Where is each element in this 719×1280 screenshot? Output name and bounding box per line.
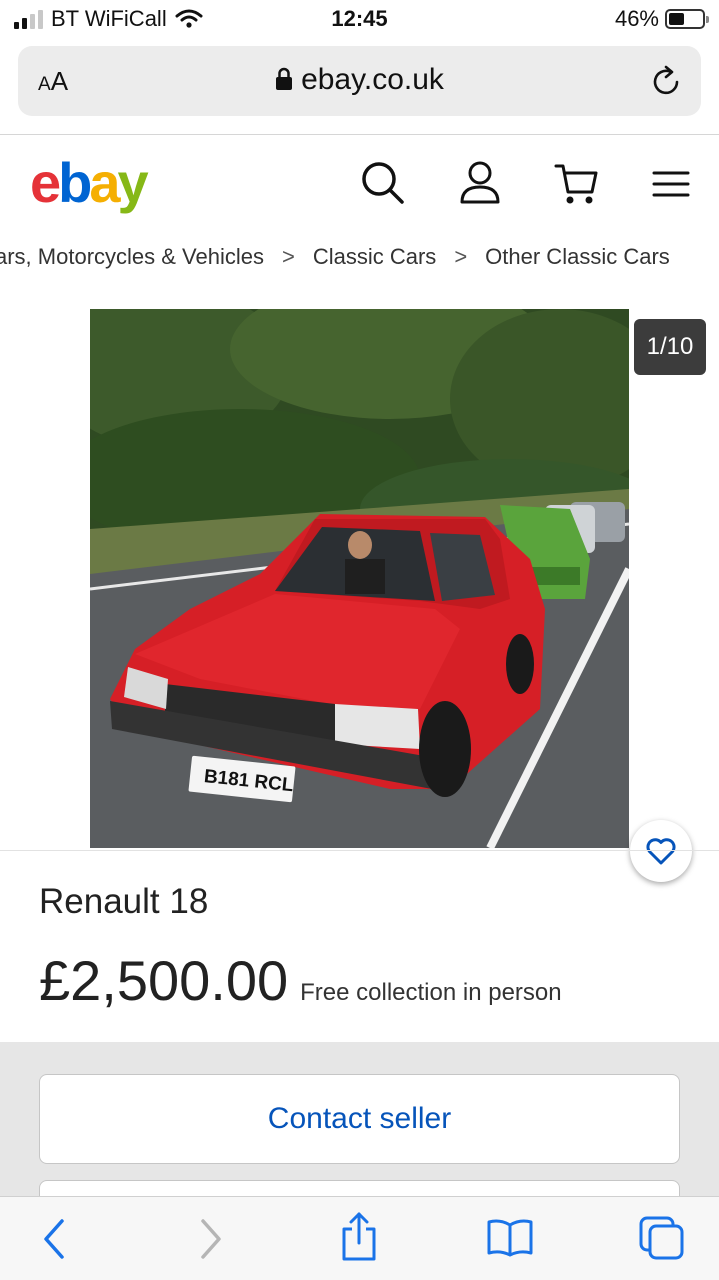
breadcrumb-item-other-classic-cars[interactable]: Other Classic Cars: [485, 244, 670, 270]
breadcrumb-separator: >: [281, 244, 295, 269]
car-photo: B181 RCL: [90, 309, 629, 848]
tabs-icon[interactable]: [638, 1215, 686, 1261]
listing-price: £2,500.00: [39, 949, 289, 1012]
delivery-info: Free collection in person: [300, 979, 562, 1006]
price-row: £2,500.00 Free collection in person: [39, 948, 562, 1013]
status-time: 12:45: [331, 6, 388, 31]
menu-icon[interactable]: [652, 170, 690, 198]
lock-icon: [276, 67, 293, 90]
listing-title: Renault 18: [39, 882, 209, 921]
browser-divider: [0, 134, 719, 135]
status-bar: BT WiFiCall 12:45 46%: [0, 0, 719, 40]
contact-seller-button[interactable]: Contact seller: [39, 1074, 680, 1164]
account-icon[interactable]: [459, 160, 501, 206]
search-icon[interactable]: [360, 160, 406, 206]
breadcrumb: ars, Motorcycles & Vehicles > Classic Ca…: [0, 244, 670, 270]
image-counter: 1/10: [634, 319, 706, 375]
battery-icon: [665, 9, 709, 29]
url-field[interactable]: ebay.co.uk: [18, 63, 701, 97]
status-right: 46%: [614, 6, 709, 32]
ebay-logo[interactable]: ebay: [30, 148, 149, 218]
reload-icon[interactable]: [651, 64, 683, 98]
address-bar[interactable]: AA ebay.co.uk: [18, 46, 701, 116]
watch-button[interactable]: [630, 820, 692, 882]
back-icon[interactable]: [40, 1217, 70, 1261]
breadcrumb-item-vehicles[interactable]: ars, Motorcycles & Vehicles: [0, 244, 264, 270]
breadcrumb-separator: >: [454, 244, 468, 269]
breadcrumb-item-classic-cars[interactable]: Classic Cars: [313, 244, 436, 270]
share-icon[interactable]: [339, 1211, 379, 1263]
browser-toolbar: [0, 1196, 719, 1280]
heart-icon: [646, 838, 676, 865]
section-divider: [0, 850, 719, 851]
battery-percent: 46%: [614, 6, 659, 31]
listing-photo[interactable]: B181 RCL: [90, 309, 629, 848]
forward-icon[interactable]: [195, 1217, 225, 1261]
url-text: ebay.co.uk: [301, 63, 444, 96]
cart-icon[interactable]: [554, 160, 598, 206]
bookmarks-icon[interactable]: [486, 1217, 534, 1257]
